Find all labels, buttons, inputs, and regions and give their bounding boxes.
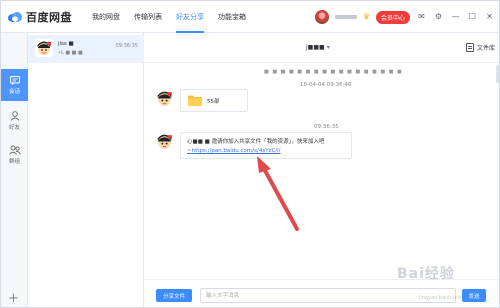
chat-title[interactable]: j■■■ ▾ [306, 44, 330, 51]
left-rail: 会话 好友 群组 + [1, 33, 28, 307]
scrollbar[interactable] [496, 65, 499, 83]
shared-folder-message[interactable]: 55部 [180, 89, 248, 112]
username-blurred [334, 15, 357, 19]
conversation-time: 09:36:35 [115, 43, 138, 49]
rail-item-chat[interactable]: 会话 [1, 69, 28, 101]
app-logo: 百度网盘 [7, 9, 72, 25]
watermark-url: jingyan.baidu.com [419, 295, 466, 301]
group-icon [8, 145, 21, 155]
message-input[interactable] [200, 288, 456, 303]
rail-item-friends[interactable]: 好友 [1, 105, 28, 137]
chat-icon [9, 75, 20, 85]
share-file-button[interactable]: 分享文件 [156, 289, 192, 302]
topbar-right: ♛ 会员中心 ✉ ⚙ — ☐ ✕ [314, 9, 495, 25]
sender-avatar [155, 132, 174, 151]
cloud-logo-icon [8, 12, 22, 22]
main-nav: 我的网盘 传输列表 好友分享 功能宝箱 [85, 1, 253, 33]
contact-avatar [35, 39, 53, 57]
minimize-icon[interactable]: — [450, 12, 461, 23]
conversation-name: jiss ■ [58, 41, 74, 47]
chat-subtitle: ■ ■ ■ ■ ■ ■ ■ ■ ■ ■ ■ ■ ■ ■ ■ ■ ■ [264, 69, 403, 75]
message-timestamp: 09:36:35 [314, 124, 339, 130]
invite-text: 心■■ ■ 邀请你加入共享文件「我的资源」，快来加入吧 [187, 139, 325, 145]
share-link[interactable]: ~https://pan.baidu.com/s/4sYzC/l/ [187, 147, 345, 156]
send-button[interactable]: 发送 [462, 289, 486, 302]
sender-avatar [155, 89, 174, 108]
person-icon [10, 111, 19, 121]
file-library-icon [465, 43, 474, 52]
user-avatar[interactable] [314, 10, 329, 24]
rail-label-friends: 好友 [8, 125, 20, 131]
nav-friend-share[interactable]: 好友分享 [169, 1, 211, 33]
chat-title-text: j■■■ [306, 44, 325, 51]
top-bar: 百度网盘 我的网盘 传输列表 好友分享 功能宝箱 ♛ 会员中心 ✉ ⚙ — ☐ … [1, 1, 499, 33]
nav-transfer-list[interactable]: 传输列表 [127, 1, 169, 33]
add-icon[interactable]: + [8, 292, 19, 305]
rail-label-chat: 会话 [8, 88, 20, 95]
crown-icon: ♛ [362, 12, 370, 21]
vip-center-button[interactable]: 会员中心 [375, 10, 410, 24]
chevron-down-icon: ▾ [326, 44, 330, 51]
file-library-button[interactable]: 文件库 [465, 43, 495, 52]
composer-bar: 分享文件 发送 [144, 279, 499, 307]
settings-icon[interactable]: ⚙ [433, 12, 444, 23]
conversation-list: jiss ■ •L ■ ■ ■ 09:36:35 [28, 33, 144, 307]
message-timestamp: 18-04-04 09:36:46 [300, 82, 352, 88]
conversation-preview: •L ■ ■ ■ [58, 50, 83, 56]
chat-header: j■■■ ▾ 文件库 [144, 33, 499, 63]
share-invite-message: 心■■ ■ 邀请你加入共享文件「我的资源」，快来加入吧 ~https://pan… [180, 132, 352, 159]
mail-icon[interactable]: ✉ [416, 12, 427, 23]
app-window: 百度网盘 我的网盘 传输列表 好友分享 功能宝箱 ♛ 会员中心 ✉ ⚙ — ☐ … [0, 0, 500, 308]
file-library-label: 文件库 [476, 45, 495, 52]
rail-item-groups[interactable]: 群组 [1, 139, 28, 171]
rail-label-groups: 群组 [8, 159, 20, 165]
folder-name: 55部 [207, 98, 220, 105]
conversation-item[interactable]: jiss ■ •L ■ ■ ■ 09:36:35 [28, 35, 144, 63]
folder-icon [188, 95, 202, 106]
app-title: 百度网盘 [26, 11, 72, 24]
nav-toolbox[interactable]: 功能宝箱 [211, 1, 253, 33]
nav-my-disk[interactable]: 我的网盘 [85, 1, 127, 33]
watermark-logo: Bai经验 [397, 266, 455, 282]
close-icon[interactable]: ✕ [484, 12, 495, 23]
maximize-icon[interactable]: ☐ [467, 12, 478, 23]
